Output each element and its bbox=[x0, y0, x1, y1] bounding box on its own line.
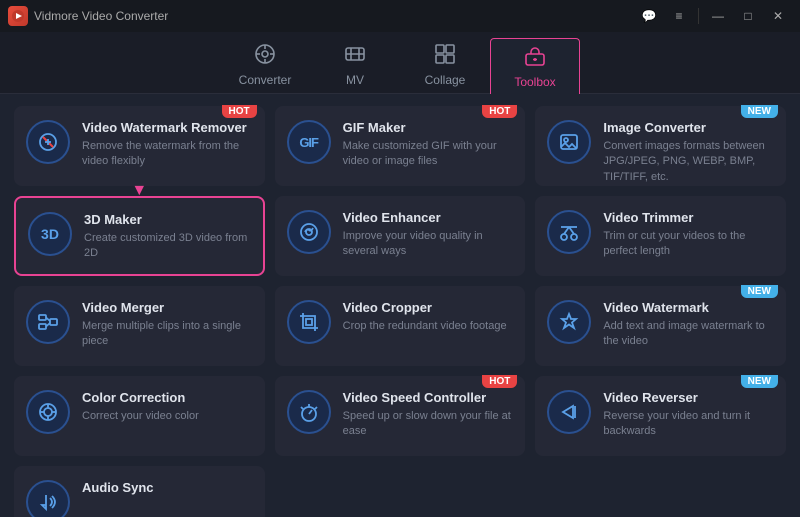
tab-toolbox[interactable]: Toolbox bbox=[490, 38, 580, 94]
trimmer-desc: Trim or cut your videos to the perfect l… bbox=[603, 229, 774, 260]
gif-maker-icon: GIF bbox=[287, 120, 331, 164]
watermark-remover-desc: Remove the watermark from the video flex… bbox=[82, 139, 253, 170]
image-converter-info: Image Converter Convert images formats b… bbox=[603, 120, 774, 185]
trimmer-name: Video Trimmer bbox=[603, 210, 774, 225]
audio-sync-name: Audio Sync bbox=[82, 480, 253, 495]
watermark-info: Video Watermark Add text and image water… bbox=[603, 300, 774, 350]
cropper-icon bbox=[287, 300, 331, 344]
tool-video-trimmer[interactable]: Video Trimmer Trim or cut your videos to… bbox=[535, 196, 786, 276]
tool-3d-maker[interactable]: 3D 3D Maker Create customized 3D video f… bbox=[14, 196, 265, 276]
tool-video-watermark[interactable]: New Video Watermark Add text and image w… bbox=[535, 286, 786, 366]
merger-info: Video Merger Merge multiple clips into a… bbox=[82, 300, 253, 350]
hot-badge: Hot bbox=[482, 375, 517, 388]
tab-toolbox-label: Toolbox bbox=[514, 75, 555, 89]
tool-video-cropper[interactable]: Video Cropper Crop the redundant video f… bbox=[275, 286, 526, 366]
merger-desc: Merge multiple clips into a single piece bbox=[82, 319, 253, 350]
reverser-desc: Reverse your video and turn it backwards bbox=[603, 409, 774, 440]
gif-maker-info: GIF Maker Make customized GIF with your … bbox=[343, 120, 514, 170]
trimmer-icon bbox=[547, 210, 591, 254]
speed-info: Video Speed Controller Speed up or slow … bbox=[343, 390, 514, 440]
gif-maker-name: GIF Maker bbox=[343, 120, 514, 135]
toolbox-icon bbox=[524, 45, 546, 71]
converter-icon bbox=[254, 43, 276, 69]
tool-image-converter[interactable]: New Image Converter Convert images forma… bbox=[535, 106, 786, 186]
3d-maker-info: 3D Maker Create customized 3D video from… bbox=[84, 212, 251, 262]
enhancer-desc: Improve your video quality in several wa… bbox=[343, 229, 514, 260]
audio-sync-icon bbox=[26, 480, 70, 517]
minimize-button[interactable]: — bbox=[704, 6, 732, 26]
reverser-icon bbox=[547, 390, 591, 434]
gif-maker-desc: Make customized GIF with your video or i… bbox=[343, 139, 514, 170]
image-converter-icon bbox=[547, 120, 591, 164]
enhancer-icon bbox=[287, 210, 331, 254]
merger-icon bbox=[26, 300, 70, 344]
tab-converter[interactable]: Converter bbox=[220, 37, 310, 93]
tab-mv[interactable]: MV bbox=[310, 37, 400, 93]
image-converter-desc: Convert images formats between JPG/JPEG,… bbox=[603, 139, 774, 185]
new-badge: New bbox=[741, 285, 778, 298]
color-name: Color Correction bbox=[82, 390, 253, 405]
tool-gif-maker[interactable]: Hot GIF GIF Maker Make customized GIF wi… bbox=[275, 106, 526, 186]
mv-icon bbox=[344, 43, 366, 69]
chat-button[interactable]: 💬 bbox=[635, 6, 663, 26]
image-converter-name: Image Converter bbox=[603, 120, 774, 135]
title-bar-title: Vidmore Video Converter bbox=[34, 9, 168, 23]
title-bar-left: Vidmore Video Converter bbox=[8, 6, 168, 26]
tool-video-merger[interactable]: Video Merger Merge multiple clips into a… bbox=[14, 286, 265, 366]
reverser-name: Video Reverser bbox=[603, 390, 774, 405]
3d-maker-desc: Create customized 3D video from 2D bbox=[84, 231, 251, 262]
cropper-desc: Crop the redundant video footage bbox=[343, 319, 514, 334]
app-logo bbox=[8, 6, 28, 26]
close-button[interactable]: ✕ bbox=[764, 6, 792, 26]
tab-collage-label: Collage bbox=[425, 73, 466, 87]
tab-converter-label: Converter bbox=[239, 73, 292, 87]
tool-video-watermark-remover[interactable]: Hot Video Watermark Remover Remove the w… bbox=[14, 106, 265, 186]
tool-color-correction[interactable]: Color Correction Correct your video colo… bbox=[14, 376, 265, 456]
arrow-indicator: ▼ bbox=[131, 182, 147, 200]
title-bar: Vidmore Video Converter 💬 ≡ — □ ✕ bbox=[0, 0, 800, 32]
new-badge: New bbox=[741, 105, 778, 118]
collage-icon bbox=[434, 43, 456, 69]
menu-button[interactable]: ≡ bbox=[665, 6, 693, 26]
merger-name: Video Merger bbox=[82, 300, 253, 315]
maximize-button[interactable]: □ bbox=[734, 6, 762, 26]
color-info: Color Correction Correct your video colo… bbox=[82, 390, 253, 424]
watermark-desc: Add text and image watermark to the vide… bbox=[603, 319, 774, 350]
speed-name: Video Speed Controller bbox=[343, 390, 514, 405]
title-bar-controls: 💬 ≡ — □ ✕ bbox=[635, 6, 792, 26]
3d-maker-name: 3D Maker bbox=[84, 212, 251, 227]
cropper-name: Video Cropper bbox=[343, 300, 514, 315]
tool-audio-sync[interactable]: Audio Sync bbox=[14, 466, 265, 517]
color-desc: Correct your video color bbox=[82, 409, 253, 424]
tools-grid: Hot Video Watermark Remover Remove the w… bbox=[0, 94, 800, 517]
hot-badge: Hot bbox=[482, 105, 517, 118]
watermark-remover-info: Video Watermark Remover Remove the water… bbox=[82, 120, 253, 170]
tool-video-enhancer[interactable]: Video Enhancer Improve your video qualit… bbox=[275, 196, 526, 276]
enhancer-info: Video Enhancer Improve your video qualit… bbox=[343, 210, 514, 260]
color-icon bbox=[26, 390, 70, 434]
tool-video-reverser[interactable]: New Video Reverser Reverse your video an… bbox=[535, 376, 786, 456]
enhancer-name: Video Enhancer bbox=[343, 210, 514, 225]
watermark-remover-name: Video Watermark Remover bbox=[82, 120, 253, 135]
cropper-info: Video Cropper Crop the redundant video f… bbox=[343, 300, 514, 334]
watermark-name: Video Watermark bbox=[603, 300, 774, 315]
tab-mv-label: MV bbox=[346, 73, 364, 87]
watermark-icon bbox=[547, 300, 591, 344]
trimmer-info: Video Trimmer Trim or cut your videos to… bbox=[603, 210, 774, 260]
3d-maker-icon: 3D bbox=[28, 212, 72, 256]
reverser-info: Video Reverser Reverse your video and tu… bbox=[603, 390, 774, 440]
speed-icon bbox=[287, 390, 331, 434]
tool-speed-controller[interactable]: Hot Video Speed Controller Speed up or s… bbox=[275, 376, 526, 456]
new-badge: New bbox=[741, 375, 778, 388]
nav-bar: Converter MV Collage bbox=[0, 32, 800, 94]
watermark-remover-icon bbox=[26, 120, 70, 164]
hot-badge: Hot bbox=[222, 105, 257, 118]
audio-sync-info: Audio Sync bbox=[82, 480, 253, 499]
tab-collage[interactable]: Collage bbox=[400, 37, 490, 93]
speed-desc: Speed up or slow down your file at ease bbox=[343, 409, 514, 440]
